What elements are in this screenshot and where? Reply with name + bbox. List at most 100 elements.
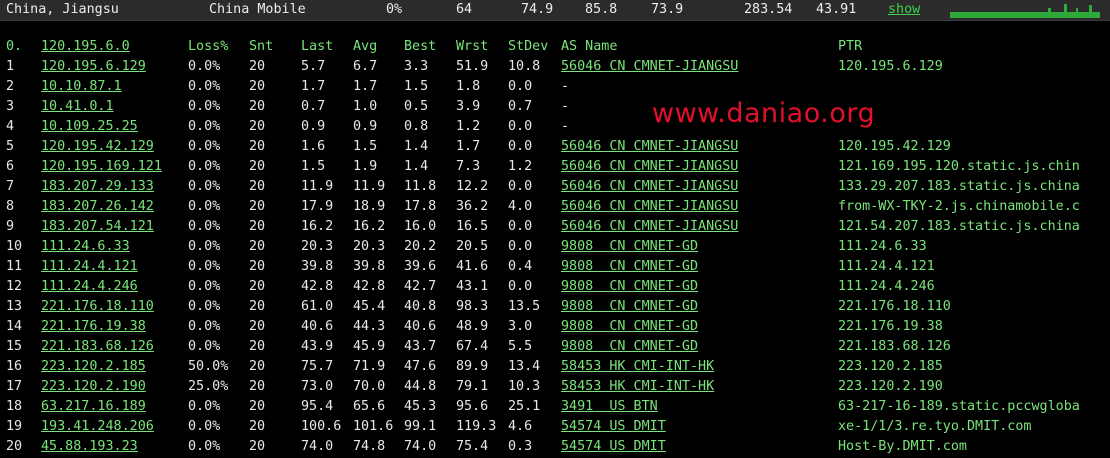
hop-as[interactable]: 56046 CN CMNET-JIANGSU xyxy=(561,177,738,197)
hop-avg: 101.6 xyxy=(353,419,394,434)
hop-last: 16.2 xyxy=(301,219,334,234)
hop-wrst: 36.2 xyxy=(456,199,489,214)
hop-best: 99.1 xyxy=(404,419,437,434)
hop-as[interactable]: 54574 US DMIT xyxy=(561,417,666,437)
hop-wrst: 1.2 xyxy=(456,119,481,134)
hop-ptr: 121.54.207.183.static.js.china xyxy=(838,219,1080,234)
hop-ip[interactable]: 120.195.6.129 xyxy=(41,57,146,77)
hop-ip[interactable]: 221.176.19.38 xyxy=(41,317,146,337)
hop-as[interactable]: 56046 CN CMNET-JIANGSU xyxy=(561,197,738,217)
hop-as[interactable]: 56046 CN CMNET-JIANGSU xyxy=(561,217,738,237)
hop-as[interactable]: 9808 CN CMNET-GD xyxy=(561,257,698,277)
table-row: 10 111.24.6.33 0.0% 20 20.3 20.3 20.2 20.5 0.0 98… xyxy=(0,237,1110,257)
hop-wrst: 119.3 xyxy=(456,419,497,434)
hop-ip[interactable]: 221.176.18.110 xyxy=(41,297,154,317)
hop-wrst: 95.6 xyxy=(456,399,489,414)
hop-ip[interactable]: 10.41.0.1 xyxy=(41,97,114,117)
sparkline-baseline xyxy=(950,12,1100,18)
hop-ip[interactable]: 10.10.87.1 xyxy=(41,77,122,97)
hop-ip[interactable]: 183.207.29.133 xyxy=(41,177,154,197)
hop-as[interactable]: 9808 CN CMNET-GD xyxy=(561,317,698,337)
hop-ptr: 120.195.6.129 xyxy=(838,59,943,74)
hop-ptr: 111.24.4.246 xyxy=(838,279,935,294)
hop-as[interactable]: 3491 US BTN xyxy=(561,397,658,417)
hop-as[interactable]: 9808 CN CMNET-GD xyxy=(561,337,698,357)
hop-loss: 0.0% xyxy=(188,239,221,254)
hop-best: 45.3 xyxy=(404,399,437,414)
header-target-ip[interactable]: 120.195.6.0 xyxy=(41,37,130,57)
hop-ip[interactable]: 183.207.54.121 xyxy=(41,217,154,237)
hop-last: 5.7 xyxy=(301,59,326,74)
hop-loss: 0.0% xyxy=(188,419,221,434)
header-hop: 0. xyxy=(6,39,23,54)
hop-last: 11.9 xyxy=(301,179,334,194)
hop-wrst: 1.7 xyxy=(456,139,481,154)
table-row: 18 63.217.16.189 0.0% 20 95.4 65.6 45.3 95.6 25.… xyxy=(0,397,1110,417)
hop-ip[interactable]: 120.195.169.121 xyxy=(41,157,162,177)
hop-hop: 3 xyxy=(6,99,15,114)
hop-ptr: 133.29.207.183.static.js.china xyxy=(838,179,1080,194)
hop-wrst: 51.9 xyxy=(456,59,489,74)
hop-ip[interactable]: 111.24.6.33 xyxy=(41,237,130,257)
header-ptr: PTR xyxy=(838,39,863,54)
hop-best: 0.8 xyxy=(404,119,429,134)
hop-stdev: 0.4 xyxy=(508,259,533,274)
hop-loss: 0.0% xyxy=(188,199,221,214)
hop-last: 42.8 xyxy=(301,279,334,294)
hop-avg: 18.9 xyxy=(353,199,386,214)
hop-as[interactable]: 56046 CN CMNET-JIANGSU xyxy=(561,157,738,177)
hop-hop: 19 xyxy=(6,419,23,434)
table-row: 9 183.207.54.121 0.0% 20 16.2 16.2 16.0 16.5 0.0… xyxy=(0,217,1110,237)
hop-loss: 0.0% xyxy=(188,279,221,294)
hop-as[interactable]: 54574 US DMIT xyxy=(561,437,666,457)
hop-ip[interactable]: 111.24.4.121 xyxy=(41,257,138,277)
hop-ip[interactable]: 10.109.25.25 xyxy=(41,117,138,137)
show-link[interactable]: show xyxy=(888,2,920,17)
hop-ip[interactable]: 221.183.68.126 xyxy=(41,337,154,357)
hop-as[interactable]: 58453 HK CMI-INT-HK xyxy=(561,357,714,377)
hop-ip[interactable]: 183.207.26.142 xyxy=(41,197,154,217)
hop-ptr: xe-1/1/3.re.tyo.DMIT.com xyxy=(838,419,1032,434)
hop-ip[interactable]: 111.24.4.246 xyxy=(41,277,138,297)
hop-last: 39.8 xyxy=(301,259,334,274)
hop-ip[interactable]: 223.120.2.185 xyxy=(41,357,146,377)
hop-as[interactable]: 9808 CN CMNET-GD xyxy=(561,237,698,257)
summary-location: China, Jiangsu xyxy=(6,2,119,17)
hop-loss: 0.0% xyxy=(188,79,221,94)
hop-stdev: 5.5 xyxy=(508,339,533,354)
hop-as[interactable]: 9808 CN CMNET-GD xyxy=(561,277,698,297)
hop-snt: 20 xyxy=(249,239,266,254)
hop-loss: 0.0% xyxy=(188,299,221,314)
hop-last: 61.0 xyxy=(301,299,334,314)
hop-loss: 0.0% xyxy=(188,179,221,194)
hop-ip[interactable]: 223.120.2.190 xyxy=(41,377,146,397)
hop-ptr: 221.183.68.126 xyxy=(838,339,951,354)
summary-bar: China, Jiangsu China Mobile 0% 64 74.9 8… xyxy=(0,0,1110,21)
hop-ip[interactable]: 63.217.16.189 xyxy=(41,397,146,417)
hop-loss: 0.0% xyxy=(188,139,221,154)
hop-ip[interactable]: 45.88.193.23 xyxy=(41,437,138,457)
hop-ptr: from-WX-TKY-2.js.chinamobile.c xyxy=(838,199,1080,214)
table-row: 11 111.24.4.121 0.0% 20 39.8 39.8 39.6 41.6 0.4 9… xyxy=(0,257,1110,277)
hop-ip[interactable]: 193.41.248.206 xyxy=(41,417,154,437)
hop-ptr: 221.176.19.38 xyxy=(838,319,943,334)
table-row: 3 10.41.0.1 0.0% 20 0.7 1.0 0.5 3.9 0.7 - xyxy=(0,97,1110,117)
hop-as[interactable]: 58453 HK CMI-INT-HK xyxy=(561,377,714,397)
hop-as[interactable]: 56046 CN CMNET-JIANGSU xyxy=(561,57,738,77)
table-row: 13 221.176.18.110 0.0% 20 61.0 45.4 40.8 98.3 13… xyxy=(0,297,1110,317)
hop-loss: 0.0% xyxy=(188,159,221,174)
hop-snt: 20 xyxy=(249,399,266,414)
hop-stdev: 0.0 xyxy=(508,279,533,294)
hop-best: 40.8 xyxy=(404,299,437,314)
hop-ip[interactable]: 120.195.42.129 xyxy=(41,137,154,157)
hop-as[interactable]: 9808 CN CMNET-GD xyxy=(561,297,698,317)
hop-ptr: 120.195.42.129 xyxy=(838,139,951,154)
hop-stdev: 0.3 xyxy=(508,439,533,454)
hop-ptr: 221.176.18.110 xyxy=(838,299,951,314)
hop-last: 20.3 xyxy=(301,239,334,254)
hop-wrst: 1.8 xyxy=(456,79,481,94)
watermark: www.daniao.org xyxy=(652,98,876,129)
hop-stdev: 0.0 xyxy=(508,139,533,154)
hop-wrst: 41.6 xyxy=(456,259,489,274)
hop-as[interactable]: 56046 CN CMNET-JIANGSU xyxy=(561,137,738,157)
